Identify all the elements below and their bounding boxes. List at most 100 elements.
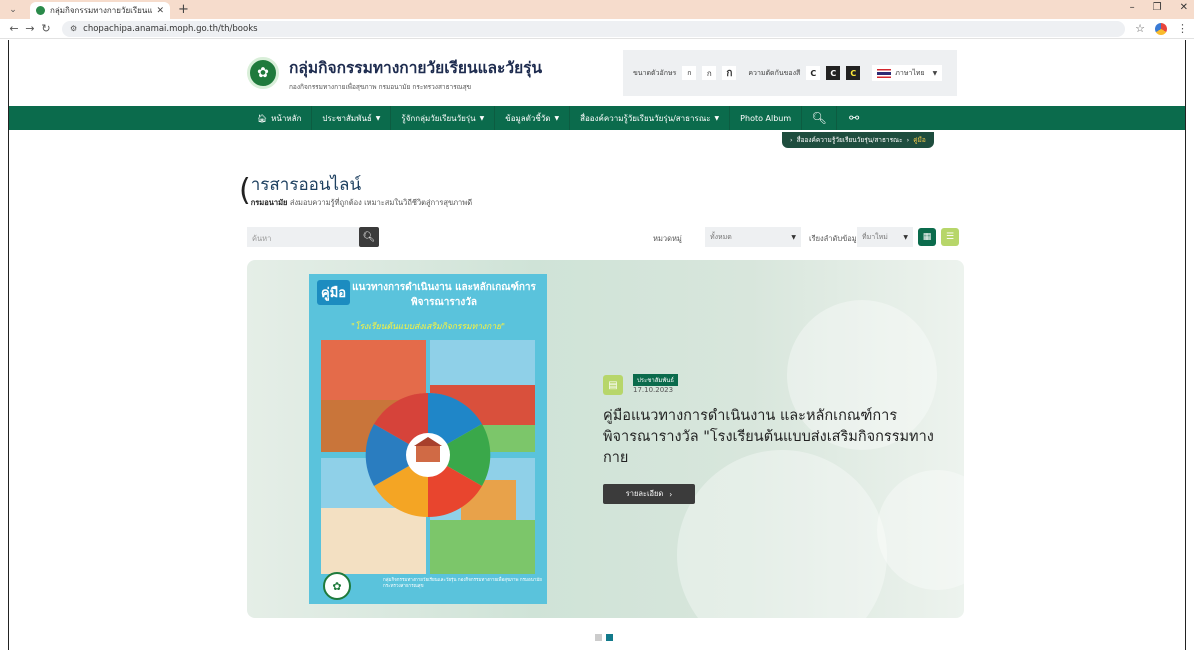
thai-flag-icon [877,68,892,78]
page-title-block: ( ารสารออนไลน์ กรมอนามัย ส่งมอบความรู้ที… [239,176,472,209]
language-select[interactable]: ภาษาไทย ▼ [872,65,943,81]
contrast-dark-button[interactable]: C [826,66,841,80]
slider-pagination [595,634,613,641]
sort-label: เรียงลำดับข้อมูล [809,234,862,243]
nav-home[interactable]: 🏠︎ หน้าหลัก [247,106,311,130]
contrast-label: ความตัดกันของสี [748,68,801,77]
page-title: ารสารออนไลน์ [250,175,362,195]
site-favicon-icon [36,6,45,15]
site-title[interactable]: กลุ่มกิจกรรมทางกายวัยเรียนและวัยรุ่น [289,55,542,80]
featured-slider[interactable]: คู่มือ แนวทางการดำเนินงาน และหลักเกณฑ์กา… [247,260,964,618]
page-subtitle: กรมอนามัย ส่งมอบความรู้ที่ถูกต้อง เหมาะส… [251,197,472,209]
nav-indicators[interactable]: ข้อมูลตัวชี้วัด ▼ [495,106,569,130]
font-size-large-button[interactable]: ก [722,66,737,80]
category-badge[interactable]: ประชาสัมพันธ์ [633,374,679,386]
page-viewport: ✿ กลุ่มกิจกรรมทางกายวัยเรียนและวัยรุ่น ก… [8,40,1186,650]
browser-tab[interactable]: กลุ่มกิจกรรมทางกายวัยเรียนและวัยรุ่น ✕ [30,2,170,19]
search-input[interactable]: ค้นหา [247,227,359,247]
font-size-label: ขนาดตัวอักษร [633,68,677,77]
breadcrumb: › สื่อองค์ความรู้วัยเรียนวัยรุ่น/สาธารณะ… [782,132,934,148]
department-logo-icon[interactable]: ✿ [247,57,279,89]
forward-icon[interactable]: → [22,22,38,35]
reload-icon[interactable]: ↻ [38,22,54,35]
breadcrumb-parent[interactable]: สื่อองค์ความรู้วัยเรียนวัยรุ่น/สาธารณะ [797,135,903,145]
category-label: หมวดหมู่ [653,234,682,243]
category-select[interactable]: ทั้งหมด ▼ [705,227,801,247]
accessibility-toolbar: ขนาดตัวอักษร ก ก ก ความตัดกันของสี C C C… [623,50,957,96]
nav-indicators-label: ข้อมูลตัวชี้วัด [505,113,551,123]
cover-quote: "โรงเรียนต้นแบบส่งเสริมกิจกรรมทางกาย" [351,322,505,332]
grid-view-button[interactable]: ▦ [918,228,936,246]
nav-knowledge-label: สื่อองค์ความรู้วัยเรียนวัยรุ่น/สาธารณะ [580,113,711,123]
site-info-icon[interactable]: ⚙ [70,24,77,33]
title-decoration-icon: ( [239,173,251,208]
page-subtitle-bold: กรมอนามัย [250,198,288,207]
tab-title: กลุ่มกิจกรรมทางกายวัยเรียนและวัยรุ่น [50,6,153,15]
font-size-small-button[interactable]: ก [682,66,697,80]
bookmark-star-icon[interactable]: ☆ [1135,22,1145,35]
page-subtitle-text: ส่งมอบความรู้ที่ถูกต้อง เหมาะสมในวิถีชีว… [289,198,473,207]
cover-illustration [321,340,535,574]
breadcrumb-current: คู่มือ [913,136,926,144]
site-header: ✿ กลุ่มกิจกรรมทางกายวัยเรียนและวัยรุ่น ก… [9,40,1185,106]
contrast-yellow-button[interactable]: C [846,66,861,80]
main-nav: 🏠︎ หน้าหลัก ประชาสัมพันธ์ ▼ รู้จักกลุ่มวั… [9,106,1185,130]
browser-tab-bar: ⌄ กลุ่มกิจกรรมทางกายวัยเรียนและวัยรุ่น ✕… [0,0,1194,19]
minimize-icon[interactable]: – [1130,2,1135,13]
nav-search-icon[interactable]: 🔍︎ [802,106,836,130]
window-controls: – ❐ ✕ [1130,2,1188,13]
chevron-down-icon: ▼ [791,233,796,241]
slider-dot-active[interactable] [606,634,613,641]
back-icon[interactable]: ← [6,22,22,35]
chevron-down-icon: ▼ [903,233,908,241]
nav-news-label: ประชาสัมพันธ์ [322,113,372,123]
close-window-icon[interactable]: ✕ [1180,2,1188,13]
sort-select[interactable]: ที่มาใหม่ ▼ [857,227,913,247]
new-tab-icon[interactable]: + [178,2,189,17]
sitemap-icon[interactable]: ⚯ [837,106,871,130]
browser-menu-icon[interactable]: ⋮ [1177,22,1188,35]
document-icon: ▤ [603,375,623,395]
cover-badge: คู่มือ [317,280,351,305]
chevron-down-icon: ▼ [554,114,560,122]
chevron-down-icon: ▼ [375,114,381,122]
cover-footer: กลุ่มกิจกรรมทางกายวัยเรียนและวัยรุ่น กอง… [383,578,542,589]
url-field[interactable]: ⚙ chopachipa.anamai.moph.go.th/th/books [62,20,1126,37]
category-value: ทั้งหมด [710,232,732,241]
item-title[interactable]: คู่มือแนวทางการดำเนินงาน และหลักเกณฑ์การ… [603,406,943,469]
grid-icon: ▦ [922,232,932,242]
detail-button[interactable]: รายละเอียด › [603,484,695,504]
chevron-down-icon: ▼ [932,69,938,77]
search-button[interactable]: 🔍︎ [359,227,379,247]
nav-about[interactable]: รู้จักกลุ่มวัยเรียนวัยรุ่น ▼ [391,106,494,130]
nav-knowledge[interactable]: สื่อองค์ความรู้วัยเรียนวัยรุ่น/สาธารณะ ▼ [570,106,729,130]
restore-icon[interactable]: ❐ [1153,2,1162,13]
nav-photo-album-label: Photo Album [740,113,792,123]
chevron-right-icon: › [669,489,673,499]
url-text: chopachipa.anamai.moph.go.th/th/books [83,23,258,34]
site-subtitle: กองกิจกรรมทางกายเพื่อสุขภาพ กรมอนามัย กร… [289,82,472,91]
nav-news[interactable]: ประชาสัมพันธ์ ▼ [312,106,390,130]
nav-photo-album[interactable]: Photo Album [730,106,801,130]
item-date: 17.10.2023 [633,386,674,394]
chevron-down-icon: ▼ [714,114,720,122]
cover-logo-icon: ✿ [323,572,351,600]
nav-about-label: รู้จักกลุ่มวัยเรียนวัยรุ่น [401,113,476,123]
book-cover-image[interactable]: คู่มือ แนวทางการดำเนินงาน และหลักเกณฑ์กา… [309,274,547,604]
slider-dot[interactable] [595,634,602,641]
sort-value: ที่มาใหม่ [862,232,888,241]
language-value: ภาษาไทย [895,68,925,77]
font-size-medium-button[interactable]: ก [702,66,717,80]
profile-avatar-icon[interactable] [1155,22,1167,35]
search-icon: 🔍︎ [362,231,376,243]
contrast-normal-button[interactable]: C [806,66,821,80]
cover-heading: แนวทางการดำเนินงาน และหลักเกณฑ์การพิจารณ… [352,282,536,308]
tab-close-icon[interactable]: ✕ [156,6,164,16]
detail-button-label: รายละเอียด [625,489,664,498]
home-icon: 🏠︎ [257,113,268,123]
list-view-button[interactable]: ☰ [941,228,959,246]
chevron-down-icon: ▼ [479,114,485,122]
browser-address-bar: ← → ↻ ⚙ chopachipa.anamai.moph.go.th/th/… [0,19,1194,39]
nav-home-label: หน้าหลัก [271,113,302,123]
tab-search-icon[interactable]: ⌄ [6,3,20,17]
